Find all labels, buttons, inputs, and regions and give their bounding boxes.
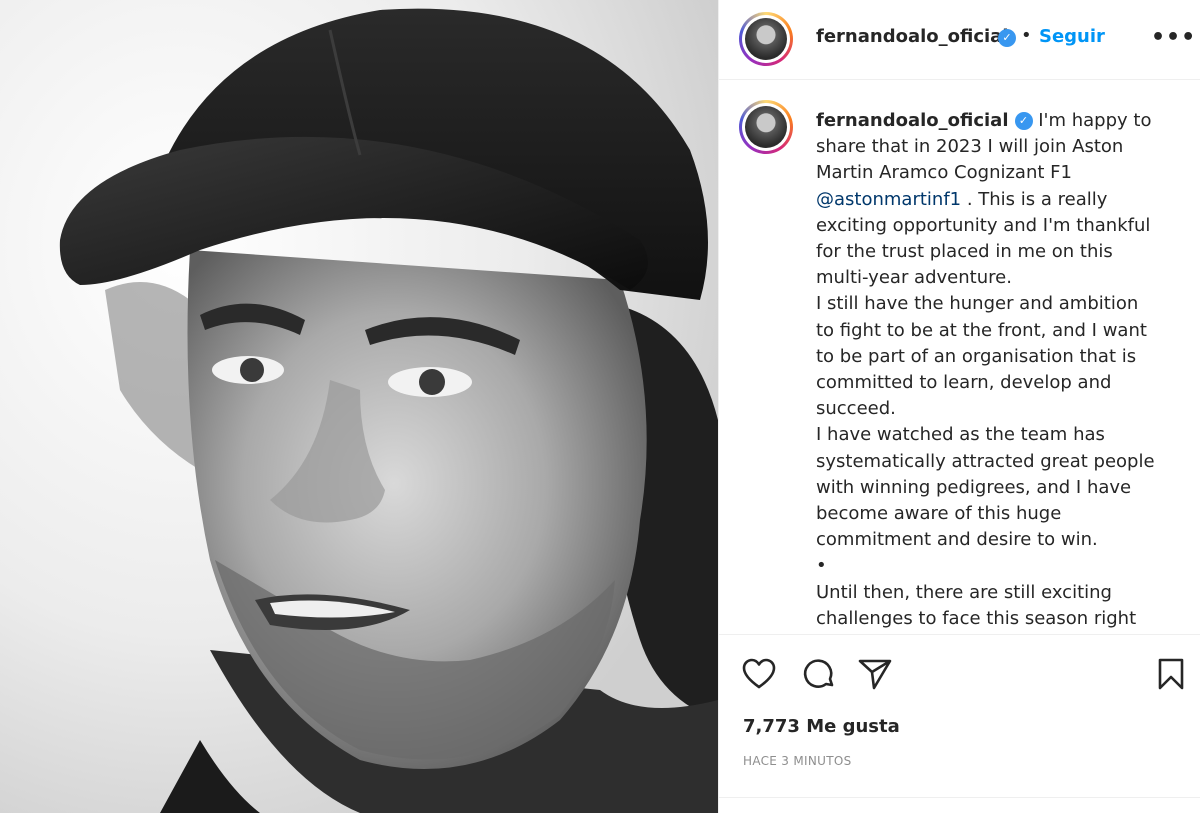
caption-paragraph-3: I have watched as the team has systemati… bbox=[816, 424, 1155, 551]
caption-bullet: • bbox=[816, 555, 827, 577]
caption-text: fernandoalo_oficial ✓ I'm happy to share … bbox=[816, 108, 1161, 632]
verified-badge-icon: ✓ bbox=[998, 29, 1016, 47]
avatar-photo bbox=[745, 18, 787, 60]
post-photo[interactable] bbox=[0, 0, 718, 813]
likes-count[interactable]: 7,773 Me gusta bbox=[743, 716, 900, 737]
caption-paragraph-2: I still have the hunger and ambition to … bbox=[816, 293, 1147, 420]
caption-paragraph-1: fernandoalo_oficial ✓ I'm happy to share … bbox=[816, 108, 1161, 291]
avatar-inner-ring bbox=[742, 103, 790, 151]
header-separator: • bbox=[1021, 25, 1032, 46]
portrait-image bbox=[0, 0, 718, 813]
follow-button[interactable]: Seguir bbox=[1039, 26, 1105, 47]
caption-scroll-area[interactable]: fernandoalo_oficial ✓ I'm happy to share … bbox=[719, 80, 1200, 632]
caption-paragraph-4: Until then, there are still exciting cha… bbox=[816, 581, 1137, 629]
avatar-photo bbox=[745, 106, 787, 148]
comment-divider bbox=[719, 797, 1200, 798]
verified-badge-icon: ✓ bbox=[1014, 112, 1033, 130]
caption-avatar[interactable] bbox=[739, 100, 793, 154]
post-header: fernandoalo_oficial ✓ • Seguir ••• bbox=[719, 0, 1200, 80]
more-options-icon[interactable]: ••• bbox=[1151, 25, 1196, 50]
author-avatar[interactable] bbox=[739, 12, 793, 66]
actions-divider bbox=[719, 634, 1200, 635]
share-icon[interactable] bbox=[857, 656, 893, 692]
heart-icon[interactable] bbox=[741, 656, 777, 692]
mention-link[interactable]: @astonmartinf1 bbox=[816, 189, 961, 210]
bookmark-icon[interactable] bbox=[1153, 656, 1189, 692]
avatar-inner-ring bbox=[742, 15, 790, 63]
post-side-panel: fernandoalo_oficial ✓ • Seguir ••• ferna… bbox=[719, 0, 1200, 813]
author-username[interactable]: fernandoalo_oficial bbox=[816, 26, 1009, 47]
comment-icon[interactable] bbox=[801, 656, 837, 692]
caption-username[interactable]: fernandoalo_oficial bbox=[816, 110, 1009, 131]
post-timestamp[interactable]: HACE 3 MINUTOS bbox=[743, 754, 852, 768]
